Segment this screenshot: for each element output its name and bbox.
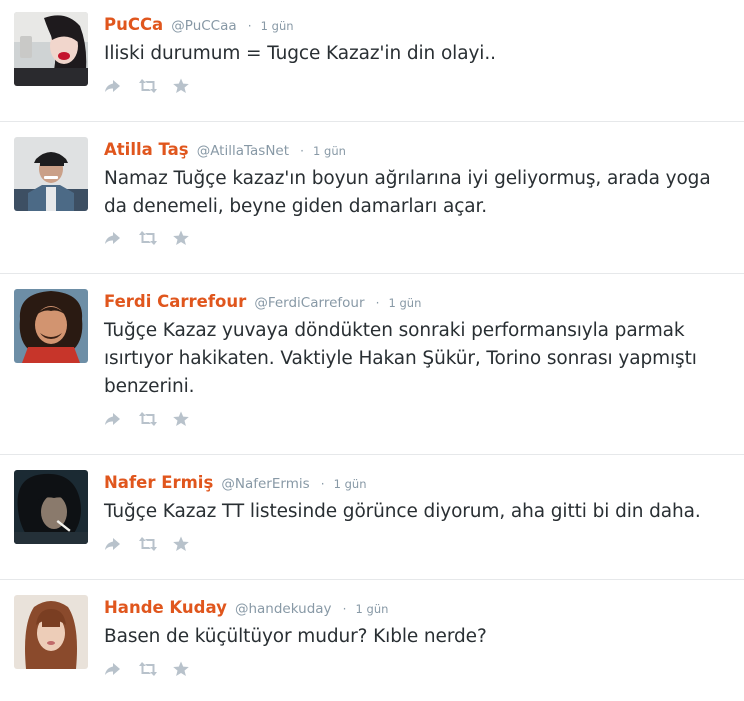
timestamp[interactable]: 1 gün (389, 296, 422, 310)
avatar[interactable] (14, 595, 88, 669)
timestamp[interactable]: 1 gün (313, 144, 346, 158)
tweet-header: PuCCa @PuCCaa · 1 gün (104, 14, 726, 36)
tweet[interactable]: Atilla Taş @AtillaTasNet · 1 gün Namaz T… (0, 122, 744, 274)
reply-icon[interactable] (104, 78, 122, 94)
separator-dot: · (375, 296, 380, 310)
tweet-text: Tuğçe Kazaz TT listesinde görünce diyoru… (104, 501, 701, 522)
tweet[interactable]: Hande Kuday @handekuday · 1 gün Basen de… (0, 580, 744, 701)
tweet[interactable]: PuCCa @PuCCaa · 1 gün Iliski durumum = T… (0, 0, 744, 122)
timestamp[interactable]: 1 gün (356, 602, 389, 616)
reply-icon[interactable] (104, 536, 122, 552)
tweet-text: Namaz Tuğçe kazaz'ın boyun ağrılarına iy… (104, 168, 711, 217)
retweet-icon[interactable] (138, 78, 157, 94)
tweet-actions (104, 660, 190, 678)
timestamp[interactable]: 1 gün (334, 477, 367, 491)
avatar-man-cigarette-image (14, 470, 88, 544)
user-handle[interactable]: @PuCCaa (171, 18, 236, 34)
user-name[interactable]: PuCCa (104, 15, 163, 34)
retweet-icon[interactable] (138, 536, 157, 552)
star-icon[interactable] (172, 411, 190, 427)
user-handle[interactable]: @NaferErmis (221, 476, 309, 492)
avatar-man-curly-hair-image (14, 289, 88, 363)
retweet-icon[interactable] (138, 230, 157, 246)
tweet-actions (104, 229, 190, 247)
star-icon[interactable] (172, 536, 190, 552)
separator-dot: · (320, 477, 325, 491)
separator-dot: · (247, 19, 252, 33)
avatar[interactable] (14, 470, 88, 544)
star-icon[interactable] (172, 78, 190, 94)
tweet-text: Tuğçe Kazaz yuvaya döndükten sonraki per… (104, 320, 697, 397)
avatar[interactable] (14, 289, 88, 363)
user-name[interactable]: Atilla Taş (104, 140, 189, 159)
tweet-header: Nafer Ermiş @NaferErmis · 1 gün (104, 472, 726, 494)
tweet-header: Atilla Taş @AtillaTasNet · 1 gün (104, 139, 726, 161)
avatar-woman-dark-hair-image (14, 12, 88, 86)
tweet-feed: PuCCa @PuCCaa · 1 gün Iliski durumum = T… (0, 0, 744, 701)
retweet-icon[interactable] (138, 411, 157, 427)
tweet-header: Ferdi Carrefour @FerdiCarrefour · 1 gün (104, 291, 726, 313)
tweet-text: Iliski durumum = Tugce Kazaz'in din olay… (104, 43, 496, 64)
avatar-woman-bangs-image (14, 595, 88, 669)
tweet-actions (104, 77, 190, 95)
user-handle[interactable]: @handekuday (235, 601, 332, 617)
star-icon[interactable] (172, 230, 190, 246)
separator-dot: · (342, 602, 347, 616)
user-name[interactable]: Ferdi Carrefour (104, 292, 246, 311)
user-handle[interactable]: @AtillaTasNet (197, 143, 289, 159)
user-handle[interactable]: @FerdiCarrefour (254, 295, 364, 311)
tweet-actions (104, 410, 190, 428)
avatar-man-cap-image (14, 137, 88, 211)
reply-icon[interactable] (104, 661, 122, 677)
reply-icon[interactable] (104, 411, 122, 427)
tweet-header: Hande Kuday @handekuday · 1 gün (104, 597, 726, 619)
avatar[interactable] (14, 12, 88, 86)
retweet-icon[interactable] (138, 661, 157, 677)
tweet[interactable]: Nafer Ermiş @NaferErmis · 1 gün Tuğçe Ka… (0, 455, 744, 580)
reply-icon[interactable] (104, 230, 122, 246)
star-icon[interactable] (172, 661, 190, 677)
user-name[interactable]: Hande Kuday (104, 598, 227, 617)
tweet[interactable]: Ferdi Carrefour @FerdiCarrefour · 1 gün … (0, 274, 744, 455)
user-name[interactable]: Nafer Ermiş (104, 473, 213, 492)
timestamp[interactable]: 1 gün (261, 19, 294, 33)
tweet-actions (104, 535, 190, 553)
separator-dot: · (300, 144, 304, 158)
tweet-text: Basen de küçültüyor mudur? Kıble nerde? (104, 626, 487, 647)
avatar[interactable] (14, 137, 88, 211)
